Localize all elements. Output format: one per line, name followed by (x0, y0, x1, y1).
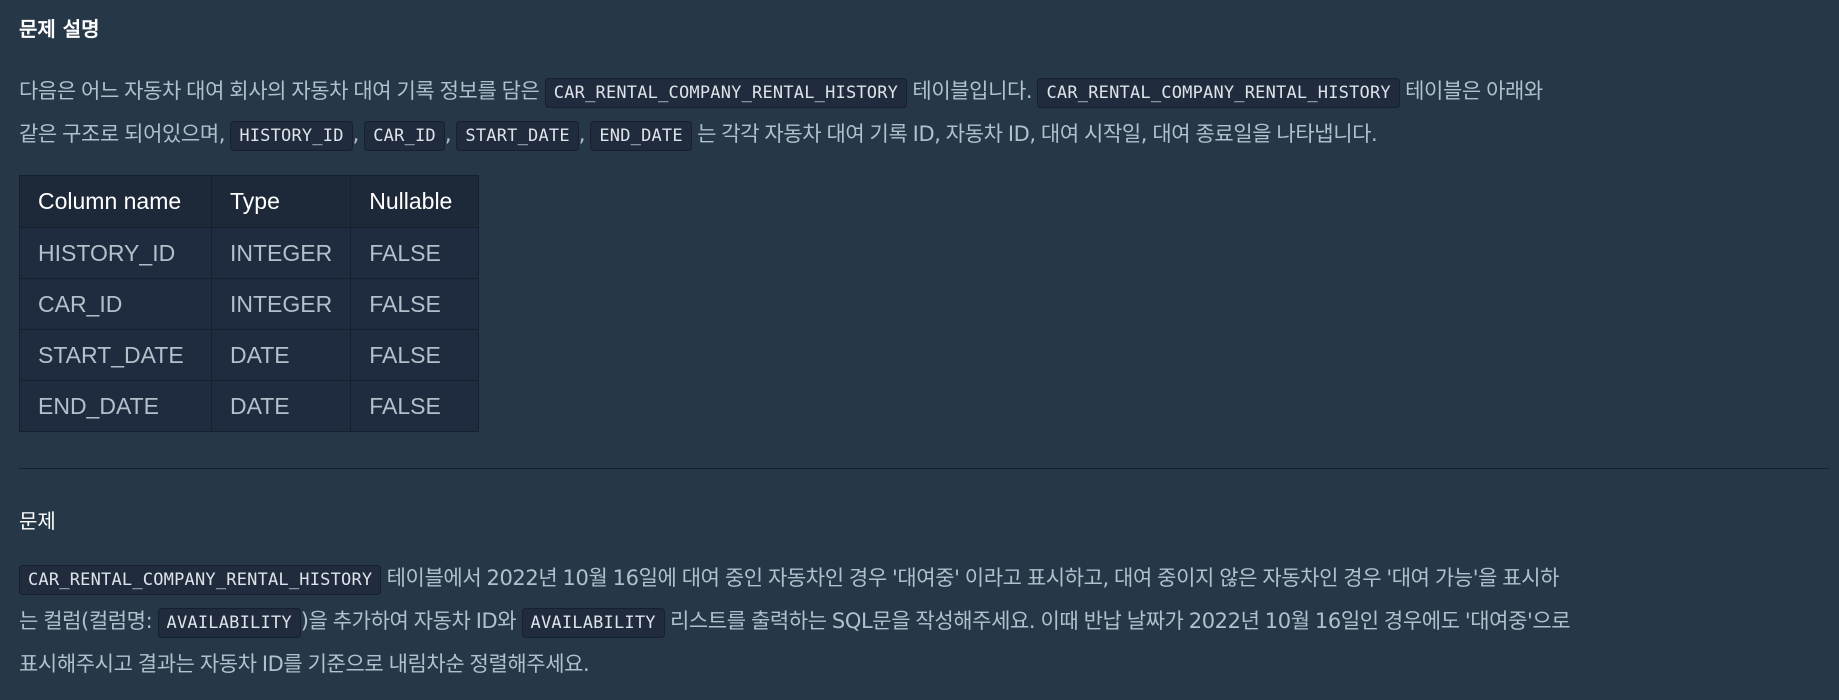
cell-nullable: FALSE (350, 227, 480, 279)
problem-paragraph: CAR_RENTAL_COMPANY_RENTAL_HISTORY 테이블에서 … (19, 557, 1829, 686)
comma: , (444, 122, 452, 146)
problem-line-3: 표시해주시고 결과는 자동차 ID를 기준으로 내림차순 정렬해주세요. (19, 643, 1829, 686)
section-divider (19, 468, 1829, 469)
text-segment: 테이블에서 2022년 10월 16일에 대여 중인 자동차인 경우 '대여중'… (386, 566, 1560, 590)
comma: , (352, 122, 360, 146)
cell-type: INTEGER (210, 227, 352, 279)
text-segment: 다음은 어느 자동차 대여 회사의 자동차 대여 기록 정보를 담은 (19, 79, 540, 103)
text-segment: 표시해주시고 결과는 자동차 ID를 기준으로 내림차순 정렬해주세요. (19, 652, 590, 676)
text-segment: 테이블입니다. (912, 79, 1033, 103)
problem-heading: 문제 (19, 509, 56, 533)
cell-column-name: HISTORY_ID (19, 227, 212, 279)
table-row: START_DATE DATE FALSE (19, 329, 480, 381)
code-column-start-date: START_DATE (456, 121, 579, 151)
description-line-1: 다음은 어느 자동차 대여 회사의 자동차 대여 기록 정보를 담은 CAR_R… (19, 70, 1829, 113)
code-column-car-id: CAR_ID (364, 121, 445, 151)
code-table-name: CAR_RENTAL_COMPANY_RENTAL_HISTORY (1037, 78, 1400, 108)
cell-type: DATE (210, 329, 352, 381)
cell-type: INTEGER (210, 278, 352, 330)
problem-line-2: 는 컬럼(컬럼명: AVAILABILITY)을 추가하여 자동차 ID와 AV… (19, 600, 1829, 643)
text-segment: )을 추가하여 자동차 ID와 (300, 609, 517, 633)
table-row: END_DATE DATE FALSE (19, 380, 480, 432)
header-nullable: Nullable (350, 175, 480, 228)
code-column-history-id: HISTORY_ID (230, 121, 353, 151)
table-header-row: Column name Type Nullable (19, 175, 480, 228)
problem-line-1: CAR_RENTAL_COMPANY_RENTAL_HISTORY 테이블에서 … (19, 557, 1829, 600)
code-table-name: CAR_RENTAL_COMPANY_RENTAL_HISTORY (544, 78, 908, 108)
cell-column-name: CAR_ID (19, 278, 212, 330)
cell-type: DATE (210, 380, 352, 432)
header-type: Type (210, 175, 352, 228)
code-table-name: CAR_RENTAL_COMPANY_RENTAL_HISTORY (19, 565, 382, 595)
cell-nullable: FALSE (350, 380, 480, 432)
cell-column-name: END_DATE (19, 380, 212, 432)
description-heading: 문제 설명 (19, 17, 100, 41)
text-segment: 는 각각 자동차 대여 기록 ID, 자동차 ID, 대여 시작일, 대여 종료… (697, 122, 1378, 146)
cell-nullable: FALSE (350, 278, 480, 330)
text-segment: 리스트를 출력하는 SQL문을 작성해주세요. 이때 반납 날짜가 2022년 … (670, 609, 1571, 633)
description-paragraph: 다음은 어느 자동차 대여 회사의 자동차 대여 기록 정보를 담은 CAR_R… (19, 70, 1829, 156)
text-segment: 는 컬럼(컬럼명: (19, 609, 153, 633)
code-column-availability: AVAILABILITY (157, 608, 301, 638)
cell-column-name: START_DATE (19, 329, 212, 381)
text-segment: 테이블은 아래와 (1405, 79, 1543, 103)
table-row: CAR_ID INTEGER FALSE (19, 278, 480, 330)
text-segment: 같은 구조로 되어있으며, (19, 122, 226, 146)
code-column-end-date: END_DATE (590, 121, 692, 151)
cell-nullable: FALSE (350, 329, 480, 381)
description-line-2: 같은 구조로 되어있으며, HISTORY_ID, CAR_ID, START_… (19, 113, 1829, 156)
schema-table: Column name Type Nullable HISTORY_ID INT… (19, 175, 480, 432)
code-column-availability: AVAILABILITY (521, 608, 665, 638)
problem-page: 문제 설명 다음은 어느 자동차 대여 회사의 자동차 대여 기록 정보를 담은… (0, 0, 1839, 700)
table-row: HISTORY_ID INTEGER FALSE (19, 227, 480, 279)
header-column-name: Column name (19, 175, 212, 228)
comma: , (578, 122, 586, 146)
